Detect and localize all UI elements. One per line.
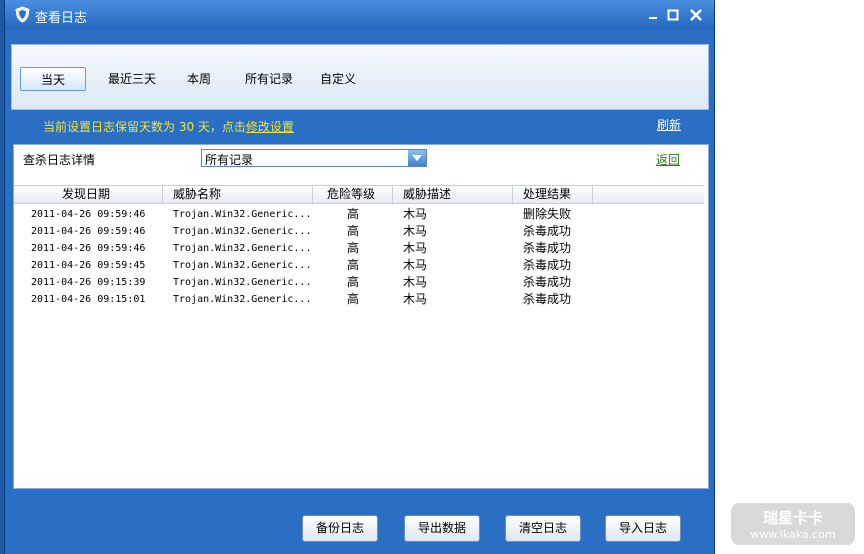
row-date: 2011-04-26 09:15:01 xyxy=(31,294,146,305)
row-result: 杀毒成功 xyxy=(523,241,572,255)
row-result: 杀毒成功 xyxy=(523,224,572,238)
tab-this-week[interactable]: 本周 xyxy=(174,67,224,91)
row-threat-description: 木马 xyxy=(403,292,428,306)
watermark-brand: 瑞星卡卡 xyxy=(762,509,823,527)
log-rows: 2011-04-26 09:59:46 Trojan.Win32.Generic… xyxy=(14,206,704,308)
row-result: 杀毒成功 xyxy=(523,275,572,289)
row-result: 杀毒成功 xyxy=(523,292,572,306)
close-icon[interactable] xyxy=(688,7,704,23)
maximize-icon[interactable] xyxy=(665,7,681,23)
chevron-down-icon[interactable] xyxy=(408,150,426,166)
row-threat-name: Trojan.Win32.Generic... xyxy=(173,226,312,237)
retention-notice: 当前设置日志保留天数为 30 天，点击修改设置 xyxy=(43,118,294,135)
table-row[interactable]: 2011-04-26 09:59:46 Trojan.Win32.Generic… xyxy=(14,206,704,223)
detail-label: 查杀日志详情 xyxy=(23,153,96,167)
tab-all-records[interactable]: 所有记录 xyxy=(234,67,304,91)
column-header-threat-name[interactable]: 威胁名称 xyxy=(163,186,313,203)
row-threat-description: 木马 xyxy=(403,275,428,289)
row-result: 杀毒成功 xyxy=(523,258,572,272)
refresh-link[interactable]: 刷新 xyxy=(657,116,681,133)
row-threat-name: Trojan.Win32.Generic... xyxy=(173,277,312,288)
modify-settings-link[interactable]: 修改设置 xyxy=(246,120,294,134)
import-log-button[interactable]: 导入日志 xyxy=(605,515,681,542)
desktop-background xyxy=(715,0,864,554)
minimize-icon[interactable] xyxy=(645,7,661,23)
row-date: 2011-04-26 09:59:46 xyxy=(31,226,146,237)
row-date: 2011-04-26 09:59:46 xyxy=(31,243,146,254)
row-threat-name: Trojan.Win32.Generic... xyxy=(173,294,312,305)
row-risk-level: 高 xyxy=(347,241,360,255)
log-window: 查看日志 当天 最近三天 本周 所有记录 自定义 当前设置日志保留天数为 30 … xyxy=(4,0,715,554)
column-header-threat-description[interactable]: 威胁描述 xyxy=(393,186,513,203)
tab-custom[interactable]: 自定义 xyxy=(310,67,366,91)
row-date: 2011-04-26 09:59:46 xyxy=(31,209,146,220)
table-header: 发现日期 威胁名称 危险等级 威胁描述 处理结果 xyxy=(14,185,704,204)
row-date: 2011-04-26 09:15:39 xyxy=(31,277,146,288)
table-row[interactable]: 2011-04-26 09:59:46 Trojan.Win32.Generic… xyxy=(14,223,704,240)
export-data-button[interactable]: 导出数据 xyxy=(404,515,480,542)
back-link[interactable]: 返回 xyxy=(656,151,680,168)
shield-icon xyxy=(15,6,30,23)
row-date: 2011-04-26 09:59:45 xyxy=(31,260,146,271)
watermark-url: www.ikaka.com xyxy=(750,528,836,541)
record-filter-value: 所有记录 xyxy=(205,153,254,167)
row-threat-name: Trojan.Win32.Generic... xyxy=(173,260,312,271)
column-header-date[interactable]: 发现日期 xyxy=(14,186,163,203)
tab-last-three-days[interactable]: 最近三天 xyxy=(96,67,168,91)
row-threat-name: Trojan.Win32.Generic... xyxy=(173,243,312,254)
row-risk-level: 高 xyxy=(347,292,360,306)
row-result: 删除失败 xyxy=(523,207,572,221)
table-row[interactable]: 2011-04-26 09:59:45 Trojan.Win32.Generic… xyxy=(14,257,704,274)
clear-log-button[interactable]: 清空日志 xyxy=(505,515,581,542)
row-risk-level: 高 xyxy=(347,258,360,272)
record-filter-select[interactable]: 所有记录 xyxy=(201,149,427,167)
time-filter-tabs: 当天 最近三天 本周 所有记录 自定义 xyxy=(11,44,709,110)
row-threat-name: Trojan.Win32.Generic... xyxy=(173,209,312,220)
log-detail-panel: 查杀日志详情 所有记录 返回 发现日期 威胁名称 危险等级 威胁描述 处理结果 … xyxy=(13,144,709,489)
row-threat-description: 木马 xyxy=(403,258,428,272)
title-bar[interactable]: 查看日志 xyxy=(5,0,714,30)
column-header-risk-level[interactable]: 危险等级 xyxy=(313,186,393,203)
row-threat-description: 木马 xyxy=(403,241,428,255)
row-threat-description: 木马 xyxy=(403,224,428,238)
table-row[interactable]: 2011-04-26 09:15:39 Trojan.Win32.Generic… xyxy=(14,274,704,291)
table-row[interactable]: 2011-04-26 09:59:46 Trojan.Win32.Generic… xyxy=(14,240,704,257)
table-row[interactable]: 2011-04-26 09:15:01 Trojan.Win32.Generic… xyxy=(14,291,704,308)
row-risk-level: 高 xyxy=(347,224,360,238)
row-risk-level: 高 xyxy=(347,207,360,221)
tab-today[interactable]: 当天 xyxy=(20,67,86,91)
backup-log-button[interactable]: 备份日志 xyxy=(302,515,378,542)
column-header-result[interactable]: 处理结果 xyxy=(513,186,593,203)
window-title: 查看日志 xyxy=(35,11,88,26)
watermark: 瑞星卡卡 www.ikaka.com xyxy=(731,503,855,545)
row-risk-level: 高 xyxy=(347,275,360,289)
row-threat-description: 木马 xyxy=(403,207,428,221)
retention-notice-text: 当前设置日志保留天数为 30 天，点击 xyxy=(43,120,246,134)
